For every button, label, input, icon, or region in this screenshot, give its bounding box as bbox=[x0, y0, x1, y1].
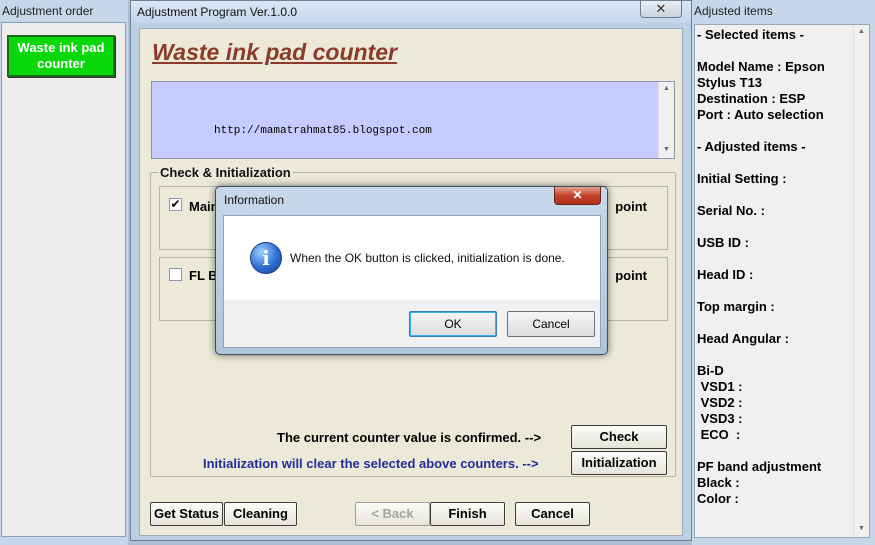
adjusted-item-line: VSD3 : bbox=[697, 411, 743, 426]
window-close-button[interactable]: ✕ bbox=[640, 1, 682, 18]
adjusted-item-line: VSD2 : bbox=[697, 395, 743, 410]
adjusted-item-line: - Adjusted items - bbox=[697, 139, 806, 154]
adjusted-item-line bbox=[697, 219, 852, 235]
adjusted-item-line: PF band adjustment bbox=[697, 459, 822, 474]
adjusted-item-line bbox=[697, 315, 852, 331]
check-button[interactable]: Check bbox=[571, 425, 667, 449]
dialog-cancel-button[interactable]: Cancel bbox=[507, 311, 595, 337]
flb-counter-label-right: point bbox=[615, 268, 647, 283]
adjusted-item-line bbox=[697, 283, 852, 299]
dialog-close-button[interactable]: ✕ bbox=[554, 187, 601, 205]
adjusted-item-line: USB ID : bbox=[697, 235, 749, 250]
order-item-waste-ink-pad[interactable]: Waste ink pad counter bbox=[7, 35, 115, 77]
adjusted-item-line: Destination : ESP bbox=[697, 91, 806, 106]
adjusted-item-line bbox=[697, 43, 852, 59]
init-instruction: Initialization will clear the selected a… bbox=[203, 456, 539, 471]
scroll-up-icon[interactable]: ▲ bbox=[663, 85, 670, 92]
dialog-message: When the OK button is clicked, initializ… bbox=[290, 251, 565, 265]
adjusted-item-line: Bi-D bbox=[697, 363, 724, 378]
main-counter-label-right: point bbox=[615, 199, 647, 214]
info-scrollbar[interactable]: ▲ ▼ bbox=[658, 82, 674, 158]
adjusted-item-line: Top margin : bbox=[697, 299, 775, 314]
adjusted-item-line: Serial No. : bbox=[697, 203, 765, 218]
adjusted-items-panel: Adjusted items - Selected items - Model … bbox=[692, 0, 875, 545]
adjusted-item-line: Black : bbox=[697, 475, 740, 490]
group-title: Check & Initialization bbox=[158, 165, 293, 180]
ok-button[interactable]: OK bbox=[409, 311, 497, 337]
info-textbox[interactable]: http://mamatrahmat85.blogspot.com ▲ ▼ bbox=[151, 81, 675, 159]
adjusted-item-line bbox=[697, 443, 852, 459]
adjusted-item-line: Color : bbox=[697, 491, 739, 506]
bottom-button-bar: Get Status Cleaning < Back Finish Cancel bbox=[140, 487, 682, 535]
adjusted-item-line bbox=[697, 155, 852, 171]
flb-counter-checkbox[interactable] bbox=[169, 268, 182, 281]
finish-button[interactable]: Finish bbox=[430, 502, 505, 526]
adjusted-item-line: ECO : bbox=[697, 427, 741, 442]
adjusted-items-title: Adjusted items bbox=[694, 4, 773, 18]
scroll-down-icon[interactable]: ▼ bbox=[663, 146, 670, 153]
adjusted-item-line: Initial Setting : bbox=[697, 171, 787, 186]
window-title: Adjustment Program Ver.1.0.0 bbox=[137, 5, 298, 19]
adjusted-item-line bbox=[697, 251, 852, 267]
adjustment-order-title: Adjustment order bbox=[0, 0, 128, 22]
adjusted-item-line: VSD1 : bbox=[697, 379, 743, 394]
adjusted-item-line: Stylus T13 bbox=[697, 75, 763, 90]
scroll-down-icon[interactable]: ▼ bbox=[858, 525, 865, 532]
main-counter-checkbox[interactable]: ✔ bbox=[169, 198, 182, 211]
adjusted-items-scrollbar[interactable]: ▲ ▼ bbox=[853, 25, 869, 537]
adjusted-items-list[interactable]: - Selected items - Model Name : Epson Sty… bbox=[694, 24, 870, 538]
confirm-instruction: The current counter value is confirmed. … bbox=[277, 430, 542, 445]
adjusted-item-line bbox=[697, 347, 852, 363]
adjusted-item-line bbox=[697, 123, 852, 139]
cancel-button[interactable]: Cancel bbox=[515, 502, 590, 526]
cleaning-button[interactable]: Cleaning bbox=[224, 502, 297, 526]
dialog-title: Information bbox=[224, 193, 285, 207]
adjusted-item-line: Head Angular : bbox=[697, 331, 789, 346]
adjusted-item-line: Head ID : bbox=[697, 267, 754, 282]
get-status-button[interactable]: Get Status bbox=[150, 502, 223, 526]
back-button[interactable]: < Back bbox=[355, 502, 430, 526]
information-dialog: Information ✕ i When the OK button is cl… bbox=[215, 186, 608, 355]
adjusted-item-line: Model Name : Epson bbox=[697, 59, 825, 74]
adjusted-items-text: - Selected items - Model Name : Epson Sty… bbox=[697, 27, 852, 507]
info-icon: i bbox=[250, 242, 282, 274]
scroll-up-icon[interactable]: ▲ bbox=[858, 28, 865, 35]
adjusted-item-line: - Selected items - bbox=[697, 27, 804, 42]
dialog-message-area: i When the OK button is clicked, initial… bbox=[224, 216, 600, 300]
adjustment-order-list: Waste ink pad counter bbox=[1, 22, 126, 537]
adjustment-order-panel: Adjustment order Waste ink pad counter bbox=[0, 0, 128, 545]
window-titlebar: Adjustment Program Ver.1.0.0 ✕ bbox=[131, 1, 691, 23]
dialog-body: i When the OK button is clicked, initial… bbox=[223, 215, 601, 348]
flb-counter-label: FL B bbox=[189, 268, 218, 283]
adjusted-item-line: Port : Auto selection bbox=[697, 107, 824, 122]
page-title: Waste ink pad counter bbox=[152, 39, 397, 65]
adjusted-item-line bbox=[697, 187, 852, 203]
url-text: http://mamatrahmat85.blogspot.com bbox=[214, 125, 432, 137]
initialization-button[interactable]: Initialization bbox=[571, 451, 667, 475]
